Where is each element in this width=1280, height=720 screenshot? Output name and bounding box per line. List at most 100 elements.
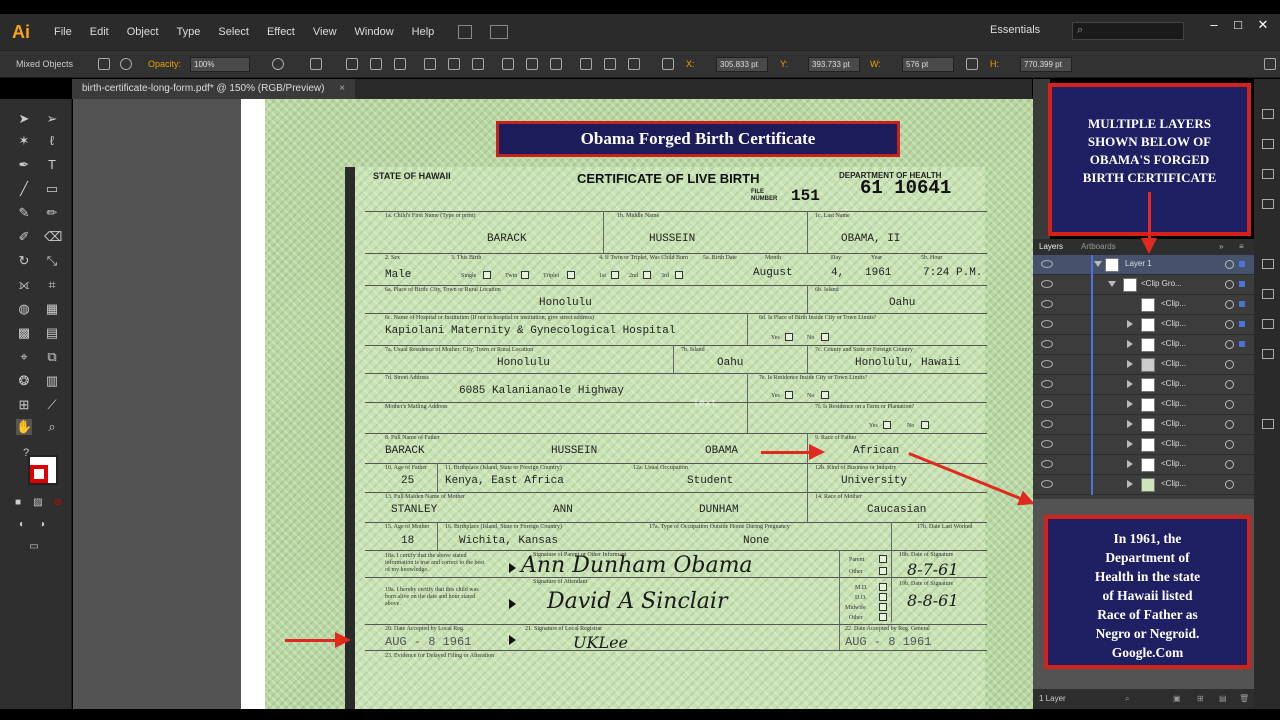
- paintbrush-tool-icon[interactable]: ✎: [16, 205, 32, 221]
- target-circle-icon[interactable]: [1225, 380, 1234, 389]
- opacity-field[interactable]: 100%: [190, 57, 250, 72]
- screen-mode-icon[interactable]: ▭: [26, 539, 42, 555]
- mesh-tool-icon[interactable]: ▩: [16, 325, 32, 341]
- layer-name[interactable]: <Clip...: [1161, 359, 1186, 368]
- expand-triangle-icon[interactable]: [1094, 261, 1102, 267]
- stroke-panel-icon[interactable]: [1262, 259, 1274, 269]
- width-tool-icon[interactable]: ⟗: [16, 277, 32, 293]
- visibility-eye-icon[interactable]: [1041, 280, 1053, 288]
- draw-behind-icon[interactable]: ◑: [34, 517, 50, 533]
- layer-row[interactable]: <Clip...: [1033, 435, 1254, 455]
- reference-point-icon[interactable]: [662, 58, 674, 70]
- expand-triangle-icon[interactable]: [1127, 360, 1133, 368]
- perspective-grid-tool-icon[interactable]: ▦: [44, 301, 60, 317]
- close-window-button[interactable]: ✕: [1255, 18, 1271, 32]
- pencil-tool-icon[interactable]: ✏: [44, 205, 60, 221]
- align-left-icon[interactable]: [346, 58, 358, 70]
- shape-builder-tool-icon[interactable]: ◍: [16, 301, 32, 317]
- layer-name[interactable]: <Clip...: [1161, 419, 1186, 428]
- layer-name[interactable]: <Clip...: [1161, 479, 1186, 488]
- symbol-sprayer-tool-icon[interactable]: ❂: [16, 373, 32, 389]
- birth-certificate[interactable]: STATE OF HAWAII CERTIFICATE OF LIVE BIRT…: [345, 167, 987, 709]
- expand-triangle-icon[interactable]: [1127, 420, 1133, 428]
- align-top-icon[interactable]: [424, 58, 436, 70]
- zoom-tool-icon[interactable]: ⌕: [44, 419, 60, 435]
- brushes-panel-icon[interactable]: [1262, 169, 1274, 179]
- magic-wand-tool-icon[interactable]: ✶: [16, 133, 32, 149]
- layer-name[interactable]: <Clip...: [1161, 399, 1186, 408]
- target-circle-icon[interactable]: [1225, 300, 1234, 309]
- distribute-center-icon[interactable]: [604, 58, 616, 70]
- gradient-tool-icon[interactable]: ▤: [44, 325, 60, 341]
- visibility-eye-icon[interactable]: [1041, 480, 1053, 488]
- x-field[interactable]: 305.833 pt: [716, 57, 768, 72]
- selection-square[interactable]: [1239, 341, 1245, 347]
- visibility-eye-icon[interactable]: [1041, 340, 1053, 348]
- document-tab[interactable]: birth-certificate-long-form.pdf* @ 150% …: [72, 79, 356, 99]
- visibility-eye-icon[interactable]: [1041, 320, 1053, 328]
- visibility-eye-icon[interactable]: [1041, 380, 1053, 388]
- menu-select[interactable]: Select: [218, 26, 249, 38]
- opacity-label[interactable]: Opacity:: [148, 59, 181, 69]
- layer-name[interactable]: <Clip...: [1161, 439, 1186, 448]
- expand-triangle-icon[interactable]: [1127, 380, 1133, 388]
- w-field[interactable]: 576 pt: [902, 57, 954, 72]
- blend-tool-icon[interactable]: ⧉: [44, 349, 60, 365]
- visibility-eye-icon[interactable]: [1041, 300, 1053, 308]
- stroke-swatch[interactable]: [30, 465, 48, 483]
- selection-tool-icon[interactable]: ➤: [16, 111, 32, 127]
- minimize-button[interactable]: –: [1206, 18, 1222, 32]
- color-panel-icon[interactable]: [1262, 109, 1274, 119]
- selection-square[interactable]: [1239, 261, 1245, 267]
- constrain-proportions-icon[interactable]: [966, 58, 978, 70]
- layer-row[interactable]: <Clip...: [1033, 295, 1254, 315]
- eraser-tool-icon[interactable]: ⌫: [44, 229, 62, 245]
- layer-row[interactable]: <Clip...: [1033, 335, 1254, 355]
- align-bottom-icon[interactable]: [472, 58, 484, 70]
- align-center-icon[interactable]: [370, 58, 382, 70]
- color-mode-icon[interactable]: ■: [10, 495, 26, 511]
- distribute-top-icon[interactable]: [502, 58, 514, 70]
- new-layer-icon[interactable]: ▤: [1219, 694, 1227, 703]
- align-right-icon[interactable]: [394, 58, 406, 70]
- target-circle-icon[interactable]: [1225, 280, 1234, 289]
- target-circle-icon[interactable]: [1225, 320, 1234, 329]
- distribute-middle-icon[interactable]: [526, 58, 538, 70]
- target-circle-icon[interactable]: [1225, 360, 1234, 369]
- layer-row[interactable]: <Clip...: [1033, 395, 1254, 415]
- tab-artboards[interactable]: Artboards: [1081, 242, 1116, 251]
- lasso-tool-icon[interactable]: ℓ: [44, 133, 60, 149]
- ghost-text-layer[interactable]: Text: [693, 399, 717, 410]
- target-circle-icon[interactable]: [1225, 400, 1234, 409]
- layer-name[interactable]: <Clip...: [1161, 299, 1186, 308]
- close-tab-icon[interactable]: ×: [339, 83, 345, 94]
- target-circle-icon[interactable]: [1225, 420, 1234, 429]
- visibility-eye-icon[interactable]: [1041, 260, 1053, 268]
- target-circle-icon[interactable]: [1225, 260, 1234, 269]
- layer-name[interactable]: Layer 1: [1125, 259, 1152, 268]
- expand-triangle-icon[interactable]: [1127, 480, 1133, 488]
- expand-triangle-icon[interactable]: [1127, 460, 1133, 468]
- layer-name[interactable]: <Clip...: [1161, 459, 1186, 468]
- h-field[interactable]: 770.399 pt: [1020, 57, 1072, 72]
- symbols-panel-icon[interactable]: [1262, 199, 1274, 209]
- expand-triangle-icon[interactable]: [1127, 440, 1133, 448]
- expand-triangle-icon[interactable]: [1127, 320, 1133, 328]
- appearance-panel-icon[interactable]: [1262, 349, 1274, 359]
- menu-effect[interactable]: Effect: [267, 26, 295, 38]
- selection-square[interactable]: [1239, 281, 1245, 287]
- scale-tool-icon[interactable]: ⤡: [44, 253, 60, 269]
- expand-triangle-icon[interactable]: [1127, 340, 1133, 348]
- menu-view[interactable]: View: [313, 26, 337, 38]
- make-clipping-mask-icon[interactable]: ▣: [1173, 694, 1181, 703]
- layer-row[interactable]: <Clip Gro...: [1033, 275, 1254, 295]
- layer-row[interactable]: <Clip...: [1033, 315, 1254, 335]
- expand-triangle-icon[interactable]: [1127, 400, 1133, 408]
- layer-row[interactable]: <Clip...: [1033, 475, 1254, 495]
- slice-tool-icon[interactable]: ⟋: [44, 397, 60, 413]
- layer-name[interactable]: <Clip...: [1161, 339, 1186, 348]
- target-circle-icon[interactable]: [1225, 340, 1234, 349]
- menu-type[interactable]: Type: [177, 26, 201, 38]
- visibility-eye-icon[interactable]: [1041, 420, 1053, 428]
- menu-window[interactable]: Window: [355, 26, 394, 38]
